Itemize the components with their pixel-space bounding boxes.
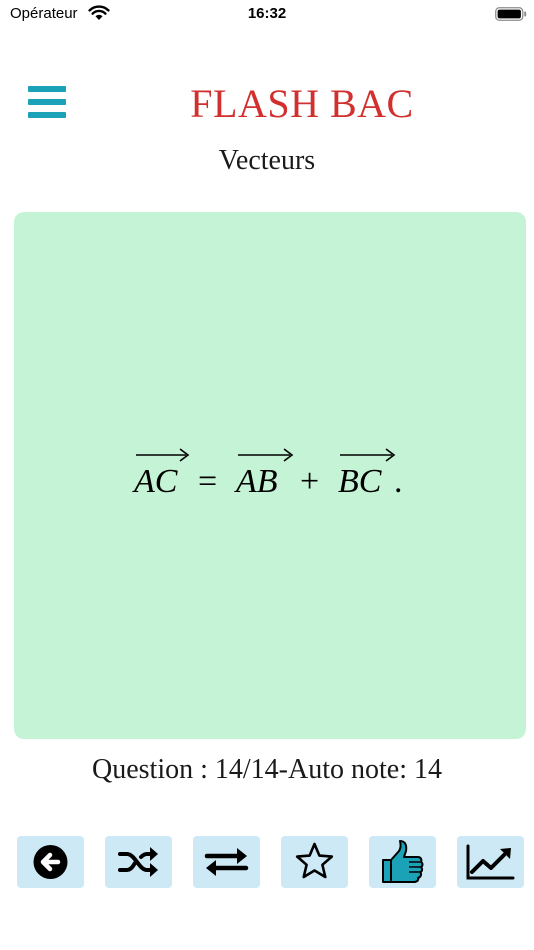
- formula: AC = AB + BC .: [132, 448, 403, 500]
- plus-sign: +: [300, 463, 319, 500]
- equals-sign: =: [198, 463, 217, 500]
- status-bar: Opérateur 16:32: [0, 0, 534, 30]
- status-time: 16:32: [247, 5, 287, 22]
- back-button[interactable]: [17, 836, 84, 888]
- vector-ac: AC: [132, 463, 178, 500]
- app-title: FLASH BAC: [190, 81, 414, 126]
- chart-line-icon: [466, 844, 515, 880]
- shuffle-button[interactable]: [105, 836, 172, 888]
- menu-button[interactable]: [28, 86, 66, 118]
- vector-bc: BC: [338, 463, 382, 500]
- formula-period: .: [394, 463, 403, 500]
- statistics-button[interactable]: [457, 836, 524, 888]
- thumbs-up-icon: [382, 840, 424, 883]
- star-outline-icon: [295, 842, 334, 879]
- vector-ab: AB: [234, 463, 278, 500]
- swap-button[interactable]: [193, 836, 260, 888]
- back-arrow-circle-icon: [33, 845, 68, 879]
- chapter-title: Vecteurs: [218, 145, 316, 176]
- battery-full-icon: [495, 7, 527, 21]
- thumbs-up-button[interactable]: [369, 836, 436, 888]
- question-progress: Question : 14/14-Auto note: 14: [92, 754, 442, 785]
- flash-card[interactable]: AC = AB + BC .: [14, 212, 526, 739]
- hamburger-menu-icon: [28, 86, 66, 92]
- swap-arrows-icon: [204, 848, 249, 876]
- shuffle-icon: [118, 847, 158, 877]
- favorite-button[interactable]: [281, 836, 348, 888]
